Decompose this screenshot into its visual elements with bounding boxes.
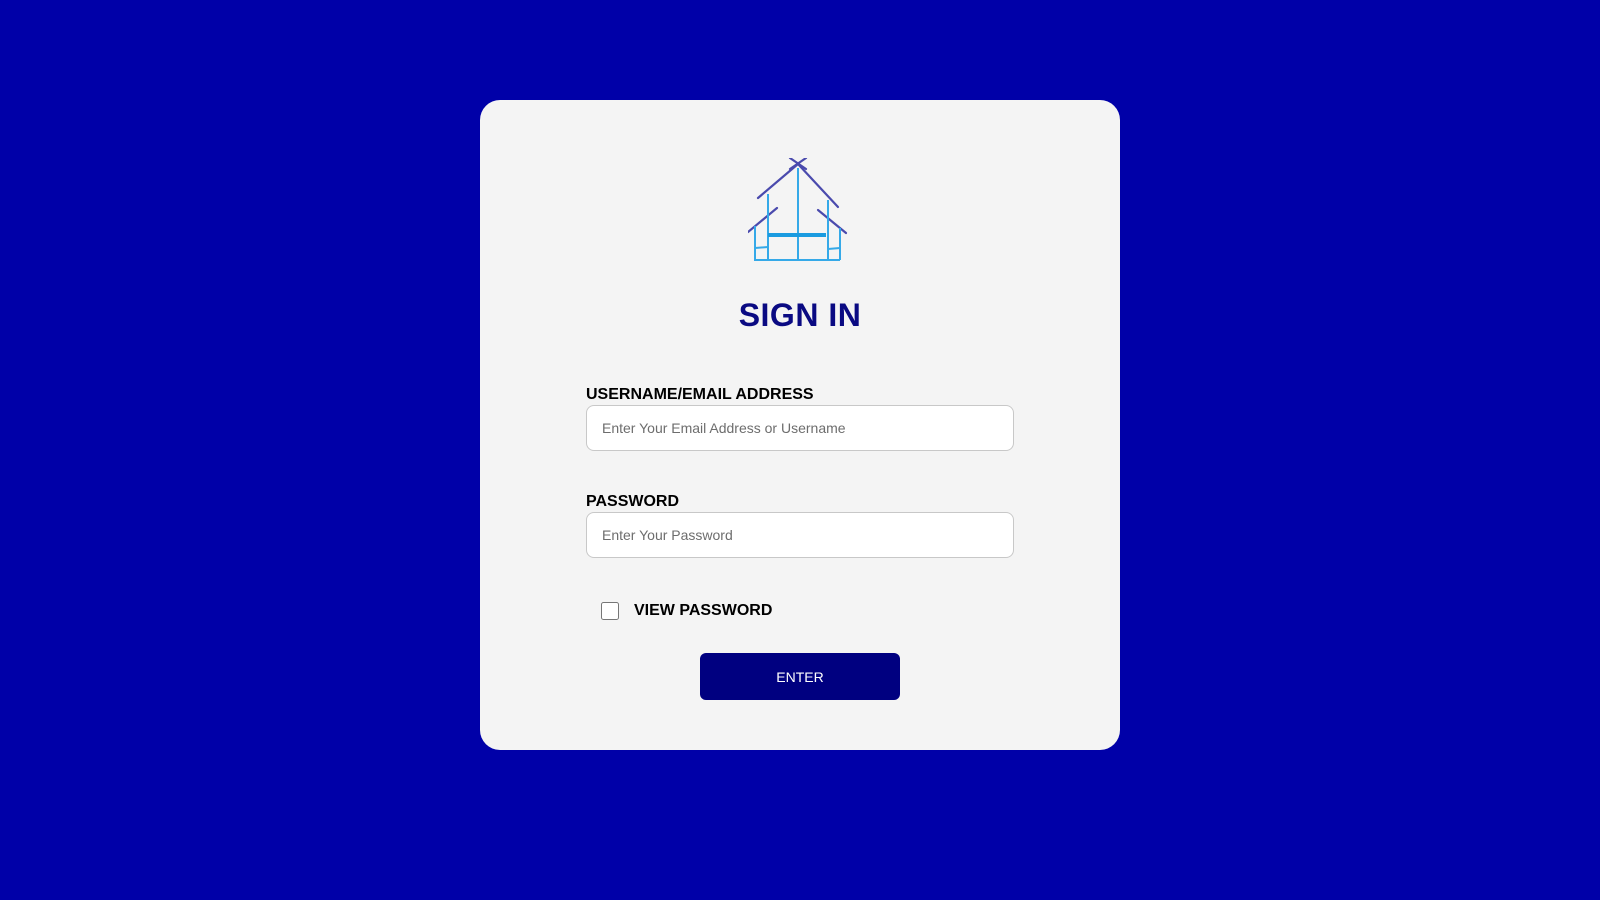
username-label: USERNAME/EMAIL ADDRESS xyxy=(586,386,814,403)
password-input[interactable] xyxy=(586,512,1014,558)
username-input[interactable] xyxy=(586,405,1014,451)
view-password-label[interactable]: VIEW PASSWORD xyxy=(634,602,772,620)
page-title: SIGN IN xyxy=(738,297,862,333)
view-password-row: VIEW PASSWORD xyxy=(601,600,772,622)
view-password-checkbox[interactable] xyxy=(601,602,619,620)
house-icon xyxy=(748,158,848,261)
house-logo xyxy=(748,158,852,266)
signin-card: SIGN IN USERNAME/EMAIL ADDRESS PASSWORD … xyxy=(480,100,1120,750)
password-label: PASSWORD xyxy=(586,493,680,510)
enter-button[interactable]: ENTER xyxy=(700,653,900,700)
